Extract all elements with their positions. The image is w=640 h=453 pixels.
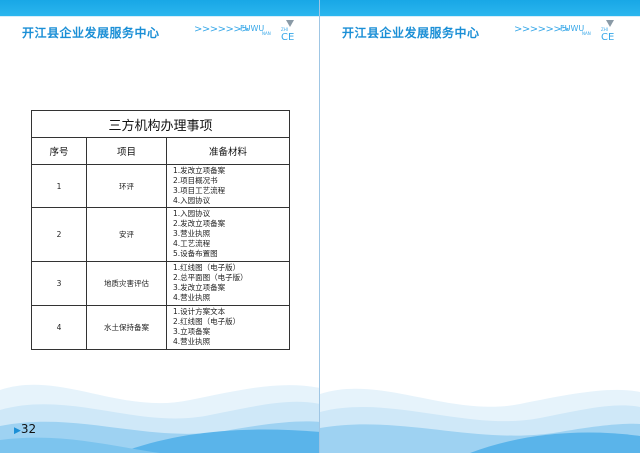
top-bar-divider <box>320 16 640 17</box>
material-line: 1.红线图（电子版） <box>173 263 241 272</box>
table-title-row: 三方机构办理事项 <box>30 110 291 138</box>
table-row: 1 环评 1.发改立项备案 2.项目概况书 3.项目工艺流程 4.入园协议 <box>31 164 291 208</box>
logo-fuwu: FUWU <box>240 24 265 33</box>
row-number: 4 <box>31 305 87 350</box>
header-title: 开江县企业发展服务中心 <box>22 26 160 40</box>
material-line: 4.营业执照 <box>173 337 211 346</box>
material-line: 1.设计方案文本 <box>173 307 226 316</box>
triangle-icon <box>286 20 294 27</box>
material-line: 3.立项备案 <box>173 327 211 336</box>
material-line: 2.红线图（电子版） <box>173 317 241 326</box>
material-line: 3.项目工艺流程 <box>173 186 226 195</box>
material-line: 2.发改立项备案 <box>173 219 226 228</box>
row-item: 水土保持备案 <box>86 305 167 350</box>
row-item: 安评 <box>86 207 167 262</box>
page-marker-icon: ▶ <box>14 426 21 436</box>
material-line: 1.发改立项备案 <box>173 166 226 175</box>
material-line: 2.总平面图（电子版） <box>173 273 248 282</box>
material-line: 5.设备布置图 <box>173 249 218 258</box>
bottom-wave-decoration <box>320 388 640 453</box>
top-color-bar <box>320 0 640 16</box>
material-line: 3.发改立项备案 <box>173 283 226 292</box>
row-number: 2 <box>31 207 87 262</box>
material-line: 4.工艺流程 <box>173 239 211 248</box>
row-number: 3 <box>31 261 87 306</box>
row-number: 1 <box>31 164 87 208</box>
row-materials: 1.发改立项备案 2.项目概况书 3.项目工艺流程 4.入园协议 <box>165 164 291 208</box>
material-line: 3.营业执照 <box>173 229 211 238</box>
header-materials: 准备材料 <box>165 137 291 165</box>
table-title: 三方机构办理事项 <box>30 110 291 138</box>
material-line: 2.项目概况书 <box>173 176 218 185</box>
table-row: 4 水土保持备案 1.设计方案文本 2.红线图（电子版） 3.立项备案 4.营业… <box>31 305 291 350</box>
row-item: 环评 <box>86 164 167 208</box>
row-item: 地质灾害评估 <box>86 261 167 306</box>
page-number-text: 32 <box>20 422 37 436</box>
table-row: 2 安评 1.入园协议 2.发改立项备案 3.营业执照 4.工艺流程 5.设备布… <box>31 207 291 262</box>
agency-items-table: 三方机构办理事项 序号 项目 准备材料 1 环评 1.发改立项备案 2.项目概况… <box>30 110 291 350</box>
row-materials: 1.设计方案文本 2.红线图（电子版） 3.立项备案 4.营业执照 <box>165 305 291 350</box>
header-item: 项目 <box>86 137 167 165</box>
right-page: 开江县企业发展服务中心 >>>>>>> FUWU ZHI NAN CE <box>320 0 640 453</box>
material-line: 4.营业执照 <box>173 293 211 302</box>
triangle-icon <box>606 20 614 27</box>
bottom-wave-decoration <box>0 384 319 453</box>
table-row: 3 地质灾害评估 1.红线图（电子版） 2.总平面图（电子版） 3.发改立项备案… <box>31 261 291 306</box>
row-materials: 1.入园协议 2.发改立项备案 3.营业执照 4.工艺流程 5.设备布置图 <box>165 207 291 262</box>
header-number: 序号 <box>31 137 87 165</box>
logo-ce: CE <box>601 32 615 43</box>
material-line: 1.入园协议 <box>173 209 211 218</box>
top-color-bar <box>0 0 319 16</box>
logo-ce: CE <box>281 32 295 43</box>
logo-fuwu: FUWU <box>560 24 585 33</box>
header-title: 开江县企业发展服务中心 <box>342 26 480 40</box>
logo-nan: NAN <box>262 31 271 36</box>
page-number: ▶32 <box>14 422 36 436</box>
top-bar-divider <box>0 16 319 17</box>
row-materials: 1.红线图（电子版） 2.总平面图（电子版） 3.发改立项备案 4.营业执照 <box>165 261 291 306</box>
left-page: 开江县企业发展服务中心 >>>>>>> FUWU ZHI NAN CE 三方机构… <box>0 0 320 453</box>
table-header-row: 序号 项目 准备材料 <box>31 137 291 165</box>
material-line: 4.入园协议 <box>173 196 211 205</box>
logo-nan: NAN <box>582 31 591 36</box>
